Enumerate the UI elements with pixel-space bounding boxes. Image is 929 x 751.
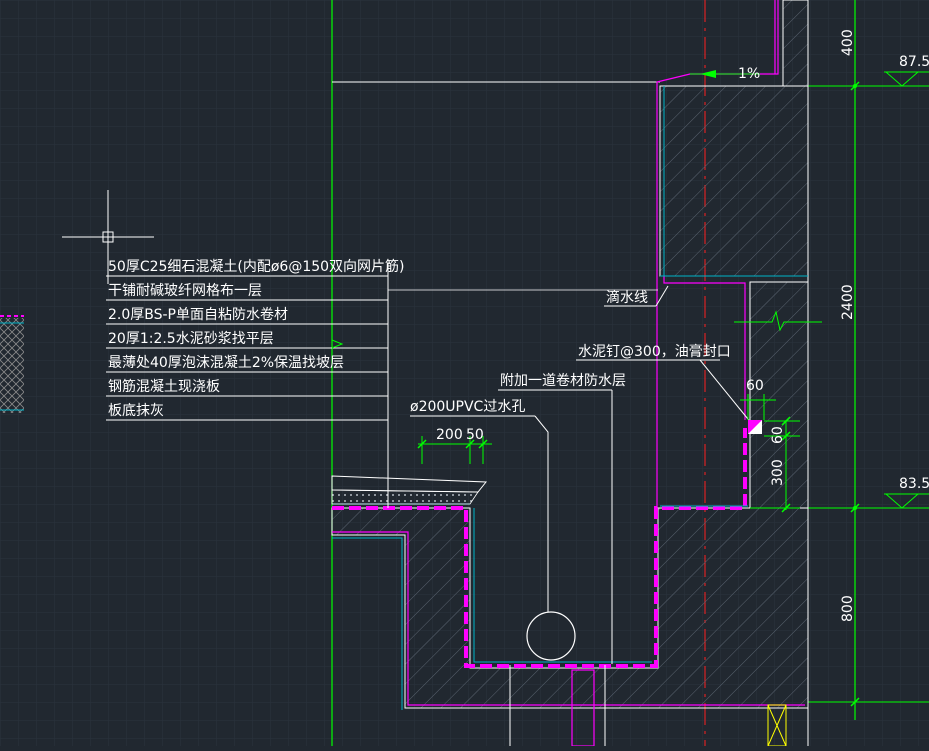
layer-line-4: 20厚1:2.5水泥砂浆找平层 — [108, 331, 274, 347]
nail-label: 水泥钉@300，油膏封口 — [578, 343, 731, 360]
layer-line-6: 钢筋混凝土现浇板 — [108, 378, 220, 395]
layer-line-5: 最薄处40厚泡沫混凝土2%保温找坡层 — [108, 355, 344, 371]
layer-line-7: 板底抹灰 — [108, 403, 164, 419]
level-mid: 83.5 — [899, 476, 929, 492]
detail-drawing: 50厚C25细石混凝土(内配ø6@150双向网片筋) 干铺耐碱玻纤网格布一层 2… — [0, 0, 929, 747]
drip-label: 滴水线 — [606, 289, 648, 306]
extra-membrane-label: 附加一道卷材防水层 — [500, 373, 626, 389]
dim-200: 200 — [436, 427, 463, 443]
pipe-label: ø200UPVC过水孔 — [410, 399, 525, 415]
layer-line-1: 50厚C25细石混凝土(内配ø6@150双向网片筋) — [108, 258, 405, 275]
dim-60-horizontal: 60 — [746, 378, 764, 394]
cad-drawing-canvas[interactable]: 50厚C25细石混凝土(内配ø6@150双向网片筋) 干铺耐碱玻纤网格布一层 2… — [0, 0, 929, 747]
dim-60-vertical: 60 — [770, 426, 786, 444]
left-fragment — [0, 315, 24, 413]
slope-label: 1% — [738, 66, 760, 82]
dim-300: 300 — [770, 459, 786, 486]
layer-line-3: 2.0厚BS-P单面自粘防水卷材 — [108, 307, 288, 323]
layer-line-2: 干铺耐碱玻纤网格布一层 — [108, 283, 262, 299]
dim-2400: 2400 — [840, 284, 856, 320]
dim-800: 800 — [840, 595, 856, 622]
dim-50: 50 — [466, 427, 484, 443]
level-top: 87.5 — [899, 54, 929, 70]
dim-400: 400 — [840, 29, 856, 56]
